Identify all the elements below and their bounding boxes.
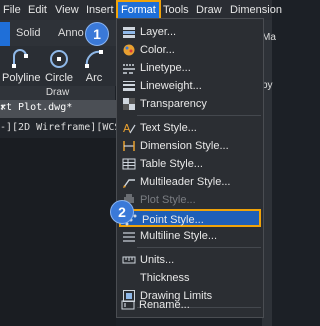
units-icon — [122, 256, 136, 264]
menu-item-color[interactable]: Color... — [119, 41, 261, 59]
circle-tool[interactable]: Circle — [42, 48, 76, 84]
menu-tools[interactable]: Tools — [163, 0, 189, 20]
menu-item-thickness[interactable]: Thickness — [119, 269, 261, 287]
color-icon — [123, 44, 135, 56]
menu-item-table-style[interactable]: Table Style... — [119, 155, 261, 173]
polyline-label: Polyline — [2, 72, 41, 84]
linetype-icon — [123, 64, 135, 74]
menu-item-rename[interactable]: Rename... — [118, 296, 260, 314]
menu-item-linetype[interactable]: Linetype... — [119, 59, 261, 77]
layer-icon — [123, 27, 135, 38]
close-icon[interactable]: ✕ — [0, 102, 6, 113]
menu-item-text-style[interactable]: A Text Style... — [119, 119, 261, 137]
menu-insert[interactable]: Insert — [86, 0, 114, 20]
drawing-canvas[interactable] — [0, 138, 116, 326]
menu-view[interactable]: View — [55, 0, 79, 20]
table-style-icon — [122, 158, 136, 170]
ribbon-tab-indicator — [0, 22, 10, 46]
transparency-icon — [123, 98, 135, 110]
menu-item-plot-style: Plot Style... — [119, 191, 261, 209]
menu-item-units[interactable]: Units... — [119, 251, 261, 269]
arc-tool[interactable]: Arc — [80, 48, 108, 84]
tab-annotate[interactable]: Anno — [58, 20, 84, 46]
document-tab-title: rt Plot.dwg* — [0, 102, 73, 113]
menu-item-multiline-style[interactable]: Multiline Style... — [119, 227, 261, 245]
draw-panel-label: Draw — [0, 86, 115, 100]
step-badge-2: 2 — [110, 200, 134, 224]
menu-separator — [137, 247, 261, 248]
menu-bar: File Edit View Insert Format Tools Draw … — [0, 0, 282, 20]
arc-icon — [85, 50, 103, 68]
multiline-style-icon — [123, 232, 135, 242]
dimension-style-icon — [123, 141, 135, 151]
menu-item-dimension-style[interactable]: Dimension Style... — [119, 137, 261, 155]
menu-item-transparency[interactable]: Transparency — [119, 95, 261, 113]
polyline-icon — [12, 49, 28, 68]
menu-format[interactable]: Format — [116, 0, 161, 20]
menu-file[interactable]: File — [3, 0, 21, 20]
ribbon-right-label: Ma — [262, 32, 276, 43]
arc-label: Arc — [85, 72, 103, 84]
menu-item-lineweight[interactable]: Lineweight... — [119, 77, 261, 95]
menu-item-layer[interactable]: Layer... — [119, 23, 261, 41]
multileader-style-icon — [123, 179, 135, 188]
text-style-icon: A — [123, 122, 136, 135]
menu-dimension[interactable]: Dimension — [230, 0, 282, 20]
menu-draw[interactable]: Draw — [196, 0, 222, 20]
rename-icon — [121, 300, 135, 310]
svg-text:A: A — [123, 122, 131, 135]
step-badge-1: 1 — [85, 22, 109, 46]
lineweight-icon — [123, 81, 135, 91]
menu-item-multileader-style[interactable]: Multileader Style... — [119, 173, 261, 191]
menu-separator — [137, 115, 261, 116]
menu-edit[interactable]: Edit — [28, 0, 47, 20]
menu-item-point-style[interactable]: Point Style... — [119, 209, 261, 227]
circle-label: Circle — [44, 72, 74, 84]
viewport-label[interactable]: -][2D Wireframe][WCS] — [0, 118, 126, 138]
polyline-tool[interactable]: Polyline — [2, 48, 41, 84]
circle-icon — [50, 50, 68, 68]
tab-solid[interactable]: Solid — [16, 20, 40, 46]
document-tab[interactable]: rt Plot.dwg* ✕ — [0, 100, 116, 118]
format-menu: Layer... Color... Linetype... Lineweight… — [116, 18, 264, 318]
